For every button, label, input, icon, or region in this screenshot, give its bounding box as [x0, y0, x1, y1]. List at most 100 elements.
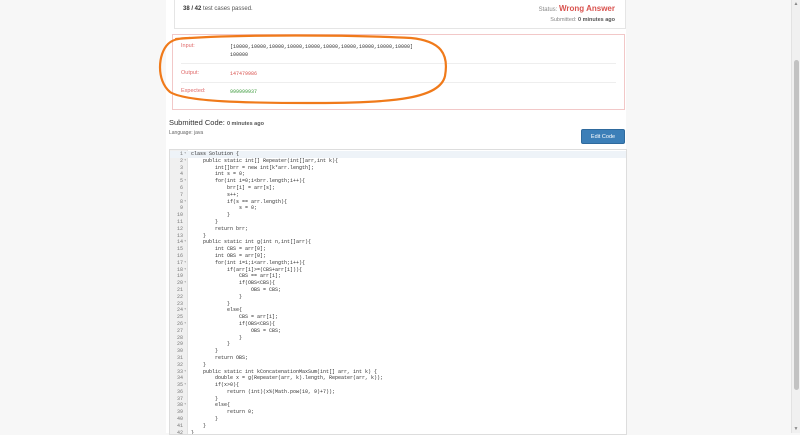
code-lines: 1 ▾ class Solution {2 ▾ public static int[]…	[170, 151, 626, 435]
code-text: if(s == arr.length){	[191, 198, 288, 205]
code-line: 24 ▾ else{	[170, 307, 626, 314]
line-number: 19	[176, 273, 183, 280]
line-number: 22	[176, 293, 183, 300]
submission-page: 38 / 42 test cases passed. Status: Wrong…	[158, 0, 627, 435]
line-number: 6	[179, 184, 183, 191]
edit-code-button[interactable]: Edit Code	[581, 129, 625, 144]
code-line: 20 ▾ if(OBS<CBS){	[170, 280, 626, 287]
fold-arrow-icon[interactable]: ▾	[184, 382, 186, 389]
code-text: }	[191, 416, 219, 423]
code-text: OBS = CBS;	[191, 327, 282, 334]
code-text: if(x>0){	[191, 382, 240, 389]
code-line: 28 }	[170, 335, 626, 342]
line-number: 12	[176, 225, 183, 232]
code-line: 38 ▾ else{	[170, 402, 626, 409]
fold-arrow-icon[interactable]: ▾	[184, 369, 186, 376]
line-number: 40	[176, 416, 183, 423]
code-text: OBS = CBS;	[191, 286, 282, 293]
code-line: 26 ▾ if(OBS<CBS){	[170, 321, 626, 328]
code-line: 13 }	[170, 233, 626, 240]
scroll-thumb[interactable]	[794, 60, 799, 390]
code-text: }	[191, 361, 207, 368]
line-number: 15	[176, 246, 183, 253]
submitted-time: Submitted: 0 minutes ago	[550, 17, 615, 23]
input-k: 100000	[230, 52, 249, 58]
code-text: if(arr[i]>=(CBS+arr[i])){	[191, 266, 303, 273]
input-array: [10000,10000,10000,10000,10000,10000,100…	[230, 44, 414, 50]
code-text: }	[191, 334, 243, 341]
fold-arrow-icon[interactable]: ▾	[184, 199, 186, 206]
code-line: 39 return 0;	[170, 409, 626, 416]
line-number: 42	[176, 429, 183, 435]
code-text: }	[191, 232, 207, 239]
code-text: int CBS = arr[0];	[191, 246, 267, 253]
code-text: }	[191, 422, 207, 429]
line-number: 23	[176, 300, 183, 307]
code-text: brr[i] = arr[s];	[191, 184, 276, 191]
code-text: s++;	[191, 191, 240, 198]
divider	[181, 63, 616, 64]
fold-arrow-icon[interactable]: ▾	[184, 158, 186, 165]
line-number: 13	[176, 232, 183, 239]
code-line: 37 }	[170, 396, 626, 403]
code-text: return OBS;	[191, 354, 249, 361]
fold-arrow-icon[interactable]: ▾	[184, 260, 186, 267]
line-number: 4	[179, 171, 183, 178]
code-line: 23 }	[170, 301, 626, 308]
code-line: 16 int OBS = arr[0];	[170, 253, 626, 260]
line-number: 18	[176, 266, 183, 273]
code-line: 19 CBS == arr[i];	[170, 273, 626, 280]
line-number: 14	[176, 239, 183, 246]
code-line: 33 ▾ public static int kConcatenationMaxS…	[170, 369, 626, 376]
result-box: Input: [10000,10000,10000,10000,10000,10…	[172, 34, 625, 110]
line-number: 32	[176, 361, 183, 368]
fold-arrow-icon[interactable]: ▾	[184, 321, 186, 328]
fold-arrow-icon[interactable]: ▾	[184, 280, 186, 287]
code-line: 4 int s = 0;	[170, 171, 626, 178]
code-editor[interactable]: 1 ▾ class Solution {2 ▾ public static int[]…	[169, 149, 627, 435]
code-line: 35 ▾ if(x>0){	[170, 382, 626, 389]
fold-arrow-icon[interactable]: ▾	[184, 151, 186, 158]
code-text: public static int[] Repeater(int[]arr,in…	[191, 157, 339, 164]
line-number: 36	[176, 388, 183, 395]
code-line: 12 return brr;	[170, 226, 626, 233]
code-text: public static int g(int n,int[]arr){	[191, 239, 312, 246]
line-number: 37	[176, 395, 183, 402]
scroll-down-icon[interactable]: ▼	[792, 425, 800, 433]
code-text: }	[191, 293, 243, 300]
code-text: }	[191, 348, 219, 355]
code-line: 17 ▾ for(int i=1;i<arr.length;i++){	[170, 260, 626, 267]
fold-arrow-icon[interactable]: ▾	[184, 239, 186, 246]
fold-arrow-icon[interactable]: ▾	[184, 307, 186, 314]
fold-arrow-icon[interactable]: ▾	[184, 267, 186, 274]
line-number: 11	[176, 218, 183, 225]
code-text: int s = 0;	[191, 171, 246, 178]
code-line: 11 }	[170, 219, 626, 226]
fold-arrow-icon[interactable]: ▾	[184, 402, 186, 409]
code-text: for(int i=0;i<brr.length;i++){	[191, 178, 306, 185]
code-line: 18 ▾ if(arr[i]>=(CBS+arr[i])){	[170, 267, 626, 274]
scroll-up-icon[interactable]: ▲	[792, 0, 800, 8]
code-line: 32 }	[170, 362, 626, 369]
code-line: 1 ▾ class Solution {	[170, 151, 626, 158]
line-number: 29	[176, 341, 183, 348]
line-number: 26	[176, 320, 183, 327]
line-number: 25	[176, 314, 183, 321]
fold-arrow-icon[interactable]: ▾	[184, 178, 186, 185]
line-number: 28	[176, 334, 183, 341]
line-number: 38	[176, 402, 183, 409]
line-number: 2	[179, 157, 183, 164]
output-value: 147479986	[230, 71, 258, 77]
line-number: 5	[179, 178, 183, 185]
divider	[181, 82, 616, 83]
code-text: }	[191, 395, 219, 402]
code-text: }	[191, 218, 219, 225]
page-scrollbar[interactable]: ▲ ▼	[791, 0, 800, 433]
line-number: 34	[176, 375, 183, 382]
code-text: double x = g(Repeater(arr, k).length, Re…	[191, 375, 384, 382]
line-number: 24	[176, 307, 183, 314]
status-line: Status: Wrong Answer	[538, 4, 615, 13]
line-number: 16	[176, 252, 183, 259]
code-line: 29 }	[170, 341, 626, 348]
line-number: 10	[176, 212, 183, 219]
